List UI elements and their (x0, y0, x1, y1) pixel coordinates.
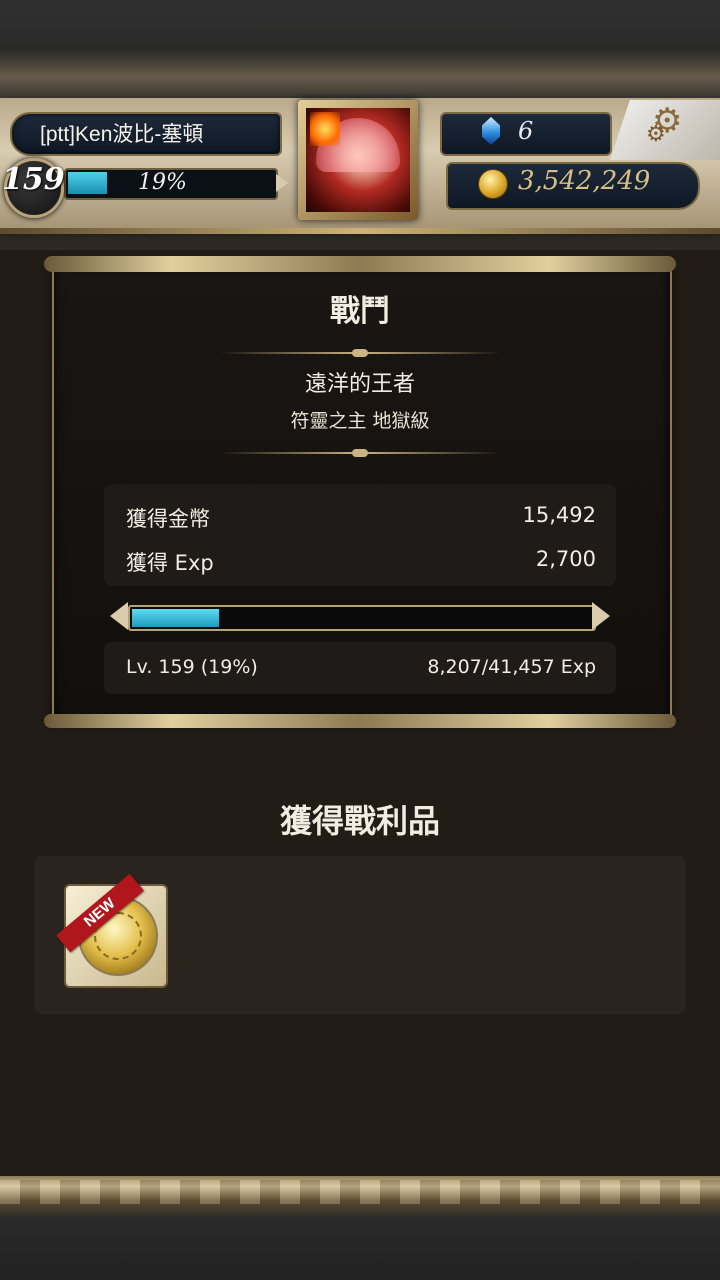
avatar-flame-icon (310, 112, 340, 146)
level-progress-label: Lv. 159 (19%) (126, 656, 258, 678)
coin-count: 3,542,249 (518, 166, 651, 196)
gem-count: 6 (518, 117, 534, 145)
loot-title: 獲得戰利品 (279, 802, 440, 840)
reward-coins-label: 獲得金幣 (126, 507, 210, 531)
panel-top-ornament (44, 256, 676, 272)
player-name: [ptt]Ken波比-塞頓 (40, 123, 204, 146)
player-exp-fill (68, 172, 107, 194)
player-exp-percent: 19% (138, 170, 187, 195)
reward-exp-value: 2,700 (535, 547, 596, 571)
coin-icon (478, 169, 508, 199)
exp-arrow-icon (276, 174, 288, 192)
battle-exp-fill (132, 609, 219, 627)
exp-bar-right-cap (592, 602, 610, 630)
reward-coins-value: 15,492 (522, 503, 596, 527)
bottom-ornament (0, 1180, 720, 1204)
player-level: 159 (2, 162, 65, 197)
divider-top-ornament (352, 349, 368, 357)
stage-difficulty: 符靈之主 地獄級 (290, 410, 430, 432)
exp-progress-label: 8,207/41,457 Exp (427, 656, 596, 678)
reward-exp-label: 獲得 Exp (126, 551, 214, 575)
exp-bar-left-cap (110, 602, 128, 630)
panel-bottom-ornament (44, 714, 676, 728)
stage-name: 遠洋的王者 (304, 372, 415, 397)
small-gear-icon: ⚙ (646, 122, 666, 147)
battle-title: 戰鬥 (330, 294, 390, 329)
divider-bottom-ornament (352, 449, 368, 457)
